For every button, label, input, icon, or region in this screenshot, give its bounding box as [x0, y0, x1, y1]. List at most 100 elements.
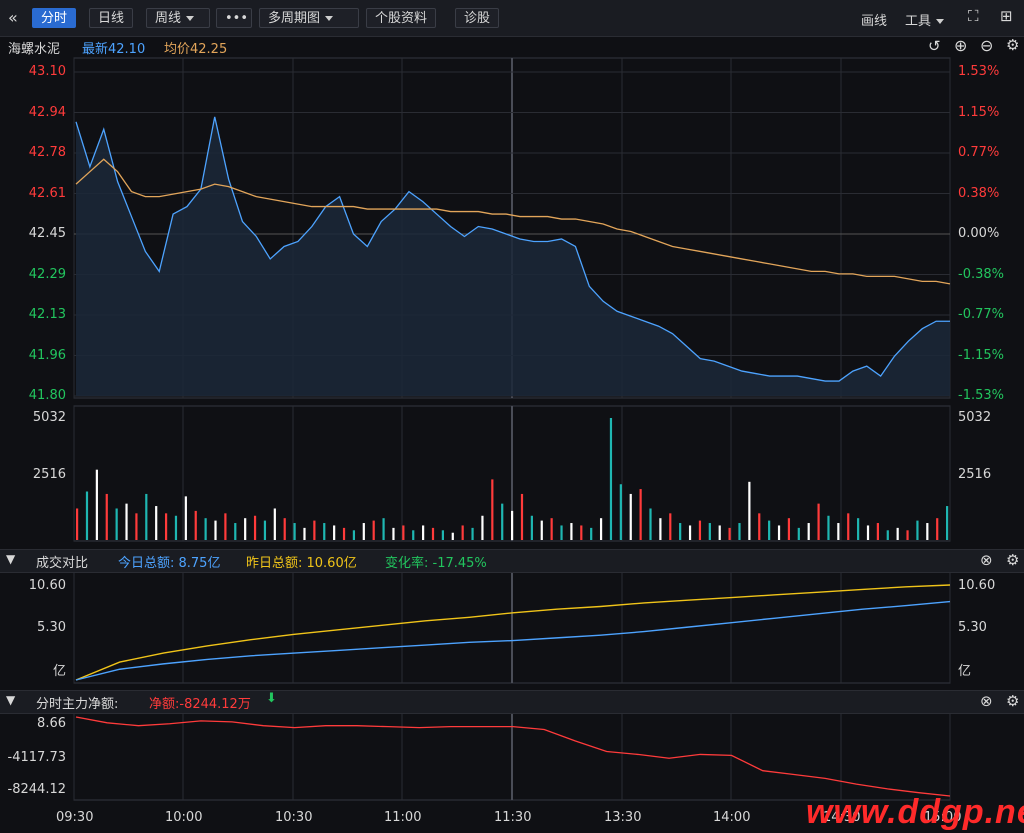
volume-bar — [76, 508, 79, 540]
volume-bar — [412, 530, 415, 540]
volume-bar — [777, 525, 781, 540]
volume-bar — [105, 493, 108, 540]
volume-bar — [95, 469, 98, 540]
volume-bar — [253, 515, 257, 540]
volume-bar — [115, 508, 118, 540]
volume-bar — [698, 520, 702, 540]
volume-bar — [155, 506, 158, 540]
price-tick-left: 42.78 — [28, 145, 66, 160]
pct-tick-right: -0.77% — [958, 307, 1004, 322]
volume-bar — [807, 523, 810, 540]
watermark: www.ddgp.net — [806, 793, 1024, 831]
volume-bar — [372, 520, 375, 540]
volume-bar — [837, 523, 840, 540]
volume-bar — [728, 527, 731, 540]
volume-bar — [886, 530, 889, 540]
collapse-icon[interactable]: ▼ — [6, 552, 15, 566]
pct-tick-right: -1.53% — [958, 388, 1004, 403]
close-icon[interactable]: ⊗ — [980, 692, 993, 710]
compare-axis-unit: 亿 — [52, 664, 66, 679]
volume-bar — [599, 518, 603, 540]
volume-axis-mid: 2516 — [32, 467, 66, 482]
compare-axis-mid: 5.30 — [37, 620, 66, 635]
volume-bar — [402, 525, 405, 540]
volume-bar — [827, 515, 830, 540]
volume-bar — [688, 525, 692, 540]
volume-bar — [946, 506, 949, 540]
volume-bar — [629, 493, 632, 540]
pct-tick-right: 0.00% — [958, 226, 1000, 241]
volume-bar — [540, 520, 543, 540]
pct-tick-right: 1.53% — [958, 64, 1000, 79]
volume-bar — [303, 527, 306, 540]
volume-bar — [530, 515, 533, 540]
volume-bar — [896, 527, 899, 540]
volume-bar — [441, 530, 444, 540]
volume-bar — [392, 527, 395, 540]
change-rate: 变化率: -17.45% — [385, 556, 487, 571]
collapse-icon[interactable]: ▼ — [6, 693, 15, 707]
volume-bar — [550, 518, 553, 540]
volume-bar — [333, 525, 336, 540]
time-tick: 10:00 — [165, 810, 203, 825]
volume-bar — [293, 523, 296, 540]
volume-bar — [214, 520, 217, 540]
volume-bar — [184, 496, 187, 540]
volume-axis-max: 5032 — [32, 410, 66, 425]
time-tick: 09:30 — [56, 810, 94, 825]
volume-bar — [461, 525, 464, 540]
volume-bar — [491, 479, 494, 540]
volume-bar — [273, 508, 276, 540]
volume-bar — [234, 523, 237, 540]
volume-bar — [797, 527, 800, 540]
volume-axis-mid-right: 2516 — [958, 467, 992, 482]
volume-bar — [431, 527, 435, 540]
volume-bar — [323, 523, 326, 540]
volume-bar — [669, 513, 672, 540]
time-tick: 14:00 — [713, 810, 751, 825]
flow-axis-mid: -4117.73 — [7, 750, 66, 765]
volume-axis-max-right: 5032 — [958, 410, 992, 425]
volume-bar — [511, 510, 514, 540]
volume-bar — [382, 518, 385, 540]
today-total: 今日总额: 8.75亿 — [118, 556, 221, 571]
volume-bar — [718, 525, 721, 540]
price-tick-left: 42.94 — [28, 104, 66, 120]
price-tick-left: 41.80 — [28, 388, 66, 403]
time-tick: 11:00 — [384, 810, 422, 825]
volume-bar — [145, 493, 148, 540]
flow-panel-header: ▼ 分时主力净额: 净额:-8244.12万 ⬇ ⊗ ⚙ — [0, 690, 1024, 714]
settings-gear-icon[interactable]: ⚙ — [1006, 692, 1019, 710]
volume-bar — [451, 532, 454, 540]
volume-bar — [342, 527, 346, 540]
volume-bar — [204, 518, 207, 540]
volume-bar — [659, 518, 662, 540]
volume-bar — [906, 530, 909, 540]
compare-panel-header: ▼ 成交对比 今日总额: 8.75亿 昨日总额: 10.60亿 变化率: -17… — [0, 549, 1024, 573]
pct-tick-right: -0.38% — [958, 266, 1004, 282]
time-tick: 10:30 — [275, 810, 313, 825]
price-tick-left: 43.10 — [28, 64, 66, 79]
volume-bar — [125, 503, 128, 540]
volume-bar — [787, 518, 791, 540]
arrow-down-icon: ⬇ — [266, 691, 277, 706]
volume-bar — [570, 523, 573, 540]
price-tick-left: 41.96 — [28, 347, 66, 363]
volume-bar — [758, 513, 761, 540]
volume-bar — [936, 518, 939, 540]
volume-bar — [352, 530, 356, 540]
close-icon[interactable]: ⊗ — [980, 551, 993, 569]
volume-bar — [362, 523, 365, 540]
volume-bar — [619, 484, 622, 540]
volume-bar — [194, 510, 197, 540]
volume-bar — [876, 523, 879, 540]
volume-bar — [283, 518, 286, 540]
price-tick-left: 42.29 — [28, 266, 66, 282]
settings-gear-icon[interactable]: ⚙ — [1006, 551, 1019, 569]
volume-bar — [866, 525, 870, 540]
volume-bar — [471, 527, 474, 540]
pct-tick-right: 0.77% — [958, 145, 1000, 160]
volume-bar — [481, 515, 484, 540]
compare-axis-max-right: 10.60 — [958, 578, 996, 593]
volume-bar — [679, 523, 682, 540]
